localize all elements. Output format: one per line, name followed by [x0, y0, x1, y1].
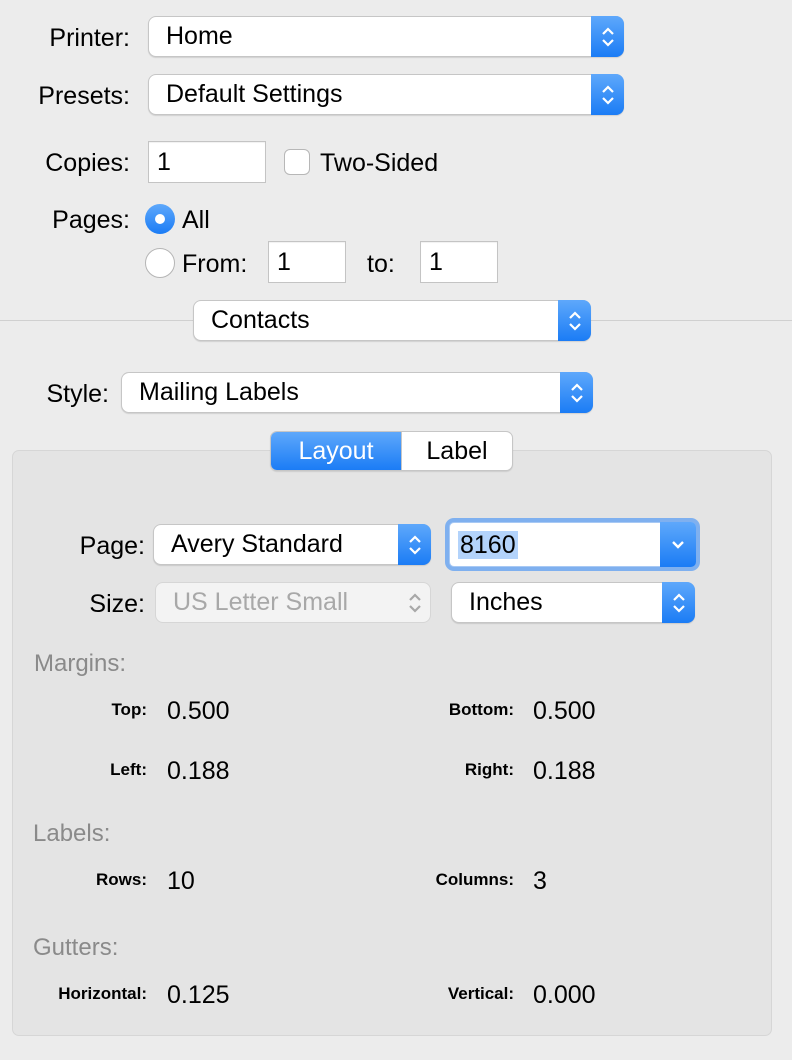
labels-title: Labels: [33, 820, 111, 847]
gutters-title: Gutters: [33, 934, 119, 961]
page-product-value[interactable]: 8160 [458, 531, 518, 559]
up-down-chevron-icon [398, 524, 431, 565]
app-options-popup[interactable]: Contacts [193, 300, 591, 341]
style-popup[interactable]: Mailing Labels [121, 372, 593, 413]
pages-label: Pages: [52, 206, 130, 234]
style-label: Style: [46, 380, 109, 408]
columns-value: 3 [533, 867, 547, 895]
tab-layout[interactable]: Layout [271, 432, 401, 470]
up-down-chevron-icon [398, 582, 431, 623]
chevron-down-icon[interactable] [660, 522, 696, 567]
up-down-chevron-icon [591, 74, 624, 115]
tab-label[interactable]: Label [401, 432, 512, 470]
up-down-chevron-icon [662, 582, 695, 623]
two-sided-label: Two-Sided [320, 149, 439, 177]
margin-right-value: 0.188 [533, 757, 596, 785]
rows-value: 10 [167, 867, 195, 895]
page-label: Page: [79, 532, 145, 560]
margins-title: Margins: [34, 650, 127, 677]
printer-value: Home [166, 22, 233, 50]
presets-value: Default Settings [166, 80, 343, 108]
printer-popup[interactable]: Home [148, 16, 624, 57]
gutter-vertical-label: Vertical: [447, 984, 514, 1003]
two-sided-checkbox[interactable] [284, 149, 310, 175]
pages-from-radio[interactable] [145, 248, 175, 278]
page-vendor-popup[interactable]: Avery Standard [153, 524, 431, 565]
up-down-chevron-icon [591, 16, 624, 57]
gutter-horizontal-label: Horizontal: [58, 984, 147, 1003]
gutter-horizontal-value: 0.125 [167, 981, 230, 1009]
margin-left-value: 0.188 [167, 757, 230, 785]
presets-popup[interactable]: Default Settings [148, 74, 624, 115]
margin-left-label: Left: [110, 760, 147, 779]
page-product-combobox[interactable]: 8160 [449, 522, 696, 567]
pages-to-label: to: [367, 250, 395, 278]
page-vendor-value: Avery Standard [171, 530, 343, 558]
pages-to-field[interactable]: 1 [420, 241, 498, 283]
margin-top-value: 0.500 [167, 697, 230, 725]
up-down-chevron-icon [558, 300, 591, 341]
presets-label: Presets: [38, 82, 130, 110]
copies-label: Copies: [45, 149, 130, 177]
units-value: Inches [469, 588, 543, 616]
size-value: US Letter Small [173, 588, 349, 616]
pages-from-label: From: [182, 250, 248, 278]
size-popup: US Letter Small [155, 582, 431, 623]
pages-from-field[interactable]: 1 [268, 241, 346, 283]
margin-top-label: Top: [111, 700, 147, 719]
tab-bar: Layout Label [270, 431, 513, 471]
printer-label: Printer: [49, 24, 130, 52]
margin-bottom-value: 0.500 [533, 697, 596, 725]
margin-right-label: Right: [464, 760, 514, 779]
app-options-value: Contacts [211, 306, 310, 334]
gutter-vertical-value: 0.000 [533, 981, 596, 1009]
up-down-chevron-icon [560, 372, 593, 413]
style-value: Mailing Labels [139, 378, 299, 406]
size-label: Size: [89, 590, 145, 618]
rows-label: Rows: [96, 870, 147, 889]
pages-all-label: All [182, 206, 210, 234]
units-popup[interactable]: Inches [451, 582, 695, 623]
margin-bottom-label: Bottom: [448, 700, 514, 719]
pages-all-radio[interactable] [145, 204, 175, 234]
columns-label: Columns: [435, 870, 514, 889]
copies-field[interactable]: 1 [148, 141, 266, 183]
